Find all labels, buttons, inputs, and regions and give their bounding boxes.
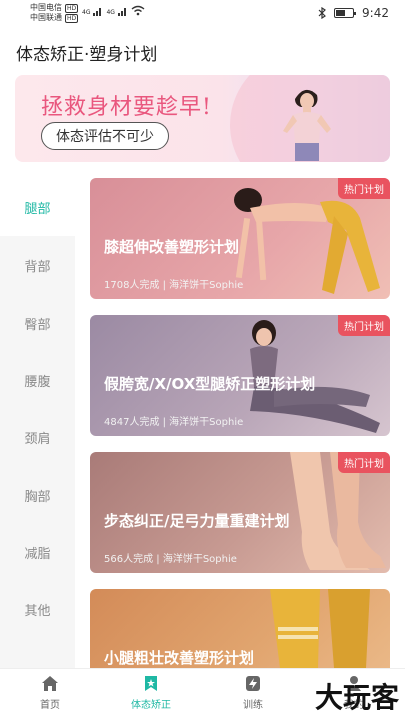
sidebar-item-back[interactable]: 背部 bbox=[0, 256, 75, 275]
plan-card-meta: 566人完成 | 海洋饼干Sophie bbox=[104, 554, 237, 565]
sidebar-item-chest[interactable]: 胸部 bbox=[0, 486, 75, 505]
plan-card[interactable]: 热门计划 膝超伸改善塑形计划 1708人完成 | 海洋饼干Sophie bbox=[90, 178, 390, 299]
promo-banner[interactable]: 拯救身材要趁早! 体态评估不可少 bbox=[15, 75, 390, 162]
nav-posture-label: 体态矫正 bbox=[131, 700, 171, 711]
bolt-icon bbox=[246, 676, 260, 691]
hd-badge: HD bbox=[65, 13, 79, 23]
hot-plan-badge: 热门计划 bbox=[338, 315, 390, 336]
sidebar-item-waist[interactable]: 腰腹 bbox=[0, 371, 75, 390]
banner-subtitle: 体态评估不可少 bbox=[41, 122, 169, 150]
bookmark-icon bbox=[145, 676, 157, 691]
sidebar-item-legs[interactable]: 腿部 bbox=[0, 198, 75, 217]
signal-icon bbox=[93, 8, 102, 16]
category-sidebar: 腿部 背部 臀部 腰腹 颈肩 胸部 减脂 其他 bbox=[0, 178, 75, 668]
hot-plan-badge: 热门计划 bbox=[338, 452, 390, 473]
network-2-label: 4G bbox=[106, 9, 115, 16]
watermark-logo: 大玩客 bbox=[314, 681, 399, 714]
hd-badge: HD bbox=[65, 3, 79, 13]
banner-model-image bbox=[283, 89, 331, 161]
sidebar-item-other[interactable]: 其他 bbox=[0, 600, 75, 619]
plan-card-title: 膝超伸改善塑形计划 bbox=[104, 238, 240, 256]
status-bar: 中国电信 HD 中国联通 HD 4G 4G 9:42 bbox=[0, 0, 405, 28]
bluetooth-icon bbox=[318, 7, 326, 19]
carrier-info: 中国电信 HD 中国联通 HD bbox=[30, 3, 79, 23]
network-1-label: 4G bbox=[82, 9, 91, 16]
plan-card-title: 步态纠正/足弓力量重建计划 bbox=[104, 512, 290, 530]
home-icon bbox=[42, 676, 58, 691]
plan-card[interactable]: 热门计划 假胯宽/X/OX型腿矫正塑形计划 4847人完成 | 海洋饼干Soph… bbox=[90, 315, 390, 436]
sidebar-item-fat-loss[interactable]: 减脂 bbox=[0, 543, 75, 562]
plan-card[interactable]: 热门计划 步态纠正/足弓力量重建计划 566人完成 | 海洋饼干Sophie bbox=[90, 452, 390, 573]
nav-posture-correction[interactable]: 体态矫正 bbox=[121, 675, 181, 711]
nav-home-label: 首页 bbox=[40, 700, 60, 711]
signal-icons: 4G 4G bbox=[82, 5, 145, 16]
status-right: 9:42 bbox=[318, 6, 389, 20]
wifi-icon bbox=[131, 5, 145, 16]
battery-icon bbox=[334, 8, 357, 18]
nav-training-label: 训练 bbox=[243, 700, 263, 711]
plan-card-image bbox=[270, 589, 370, 668]
carrier-1-name: 中国电信 bbox=[30, 3, 62, 12]
clock: 9:42 bbox=[362, 6, 389, 20]
sidebar-item-hips[interactable]: 臀部 bbox=[0, 314, 75, 333]
banner-title: 拯救身材要趁早! bbox=[41, 95, 212, 120]
plan-card-meta: 4847人完成 | 海洋饼干Sophie bbox=[104, 417, 244, 428]
sidebar-item-neck-shoulder[interactable]: 颈肩 bbox=[0, 428, 75, 447]
plan-card-title: 小腿粗壮改善塑形计划 bbox=[104, 649, 255, 667]
carrier-2-name: 中国联通 bbox=[30, 13, 62, 22]
plan-card-meta: 1708人完成 | 海洋饼干Sophie bbox=[104, 280, 244, 291]
signal-icon bbox=[117, 8, 126, 16]
nav-home[interactable]: 首页 bbox=[20, 675, 80, 711]
nav-training[interactable]: 训练 bbox=[223, 675, 283, 711]
plan-card-title: 假胯宽/X/OX型腿矫正塑形计划 bbox=[104, 375, 316, 393]
page-title: 体态矫正·塑身计划 bbox=[16, 45, 158, 65]
plan-card[interactable]: 小腿粗壮改善塑形计划 bbox=[90, 589, 390, 668]
hot-plan-badge: 热门计划 bbox=[338, 178, 390, 199]
